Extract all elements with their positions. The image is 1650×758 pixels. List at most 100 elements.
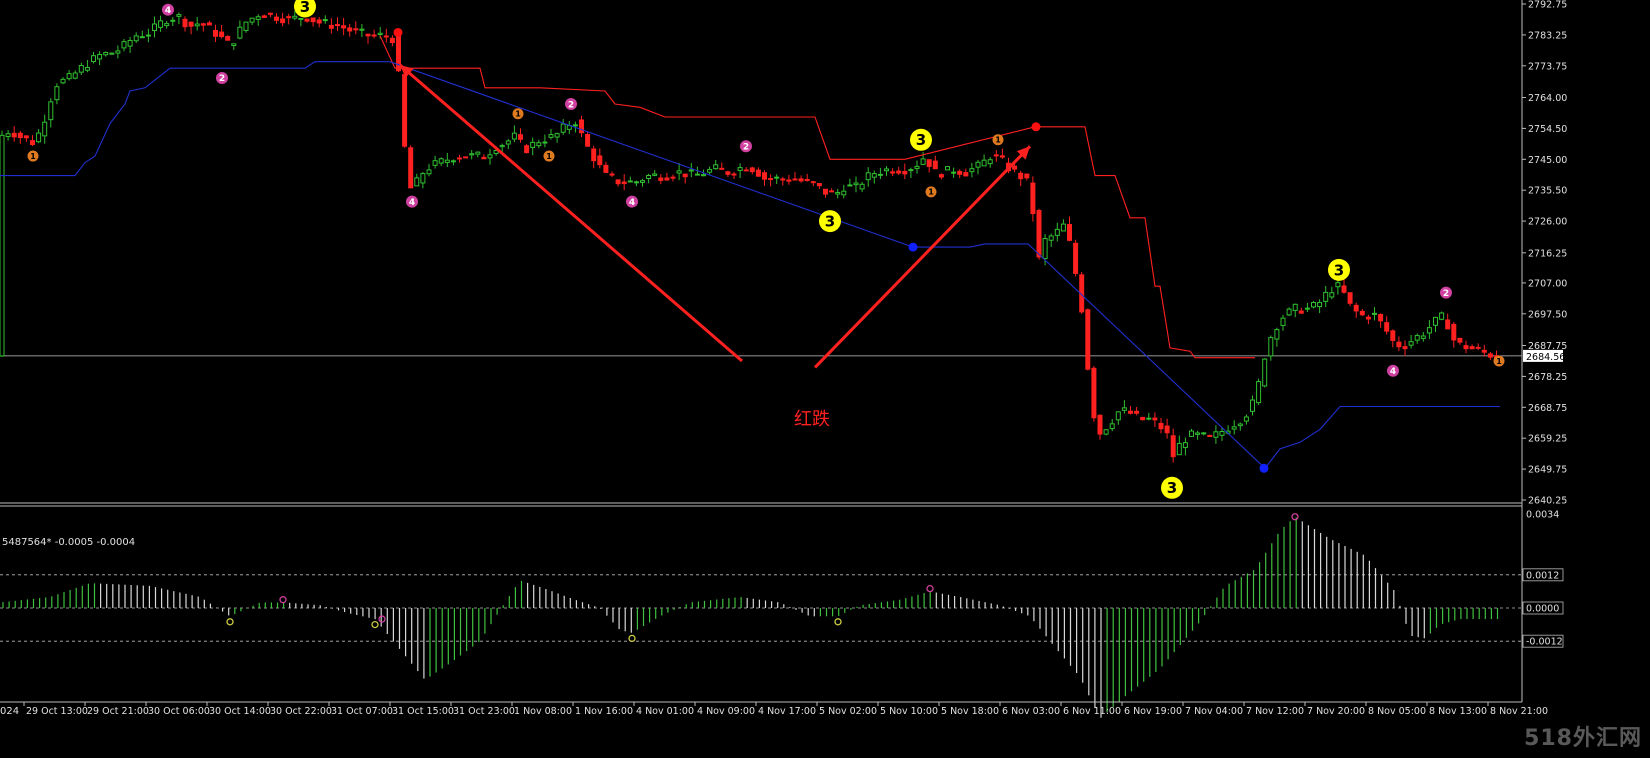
candle-body (1402, 346, 1408, 350)
time-tick-label: 5 Nov 18:00 (941, 706, 999, 717)
candle-body (701, 174, 706, 177)
price-tick-label: 2716.25 (1528, 248, 1567, 259)
wave-marker-label: 3 (1167, 479, 1177, 497)
candle-body (1390, 330, 1396, 341)
candle-body (640, 180, 645, 183)
candle-body (255, 16, 261, 20)
candle-body (1048, 235, 1054, 241)
time-tick-label: 31 Oct 07:00 (331, 706, 393, 717)
candle-body (884, 168, 889, 172)
candle-body (1463, 345, 1469, 350)
candle-body (951, 171, 957, 174)
candle-body (1042, 238, 1048, 259)
candle-body (1030, 182, 1036, 215)
candle-body (1213, 431, 1219, 438)
candle-body (145, 34, 151, 37)
signal-dot (1259, 463, 1269, 473)
candle-body (1298, 310, 1304, 314)
candle-body (926, 159, 932, 167)
time-tick-label: 29 Oct 21:00 (87, 706, 149, 717)
candle-body (1085, 309, 1091, 370)
candle-body (152, 23, 157, 32)
candle-body (829, 190, 835, 193)
candle-body (920, 158, 926, 165)
price-tick-label: 2773.75 (1528, 61, 1567, 72)
candle-body (213, 30, 218, 37)
wave-marker-label: 1 (546, 152, 552, 161)
candle-body (536, 142, 542, 147)
candle-body (621, 181, 627, 185)
candle-body (877, 173, 883, 176)
candle-body (871, 173, 877, 178)
price-tick-label: 2764.00 (1528, 93, 1567, 104)
candle-body (1073, 242, 1079, 274)
candle-body (1231, 426, 1237, 430)
candle-body (1262, 358, 1268, 387)
candle-body (585, 134, 591, 147)
wave-marker-label: 4 (629, 198, 635, 208)
candle-body (286, 16, 292, 19)
signal-dot (908, 242, 918, 252)
time-tick-label: 31 Oct 15:00 (392, 706, 454, 717)
time-tick-label: 8 Nov 05:00 (1368, 706, 1426, 717)
candle-body (402, 74, 408, 147)
candle-body (1060, 223, 1066, 232)
signal-dot (1031, 122, 1041, 132)
wave-marker-label: 3 (1334, 261, 1344, 279)
price-tick-label: 2707.00 (1528, 278, 1567, 289)
candle-body (1426, 327, 1432, 334)
candle-body (938, 174, 944, 178)
candle-body (780, 178, 786, 181)
candle-body (469, 153, 475, 156)
candle-body (719, 167, 725, 170)
candle-body (1439, 312, 1445, 320)
candle-body (97, 53, 103, 60)
candle-body (188, 21, 194, 27)
candle-body (908, 169, 914, 172)
wave-marker-label: 4 (1390, 367, 1396, 377)
candle-body (1408, 341, 1414, 346)
candle-body (237, 26, 243, 39)
candle-body (158, 20, 164, 28)
candle-body (1268, 337, 1274, 357)
candle-body (1372, 312, 1377, 315)
candle-body (676, 170, 682, 174)
candle-body (1091, 367, 1097, 419)
candle-body (1311, 302, 1316, 308)
candle-body (682, 173, 688, 178)
annotation-text: 红跌 (794, 409, 830, 430)
candle-body (249, 17, 255, 23)
price-tick-label: 2678.25 (1528, 372, 1567, 383)
candle-body (1451, 323, 1457, 341)
candle-body (890, 171, 896, 174)
candle-body (804, 178, 810, 181)
candle-body (548, 134, 554, 138)
candle-body (591, 148, 597, 162)
candle-body (627, 180, 633, 183)
candle-body (518, 134, 523, 140)
candle-body (505, 140, 511, 145)
time-tick-label: 8 Nov 21:00 (1490, 706, 1548, 717)
candle-body (267, 12, 273, 15)
candle-body (1457, 337, 1463, 343)
candle-body (310, 17, 316, 23)
candle-body (42, 121, 48, 137)
wave-marker-label: 1 (30, 152, 36, 161)
candle-body (426, 169, 432, 175)
candle-body (182, 18, 188, 28)
candle-body (981, 159, 987, 167)
candle-body (1353, 304, 1359, 312)
candle-body (389, 37, 395, 43)
wave-marker-label: 1 (928, 188, 934, 197)
candle-body (652, 173, 658, 176)
candle-body (1256, 381, 1262, 404)
candle-body (853, 182, 859, 186)
candle-body (1250, 399, 1255, 412)
candle-body (511, 132, 517, 140)
candle-body (17, 132, 23, 139)
wave-marker-label: 4 (409, 198, 415, 208)
wave-marker-label: 1 (1496, 357, 1502, 366)
candle-body (1384, 322, 1390, 332)
osc-tick-label: 0.0000 (1526, 604, 1559, 615)
candle-body (60, 78, 66, 84)
